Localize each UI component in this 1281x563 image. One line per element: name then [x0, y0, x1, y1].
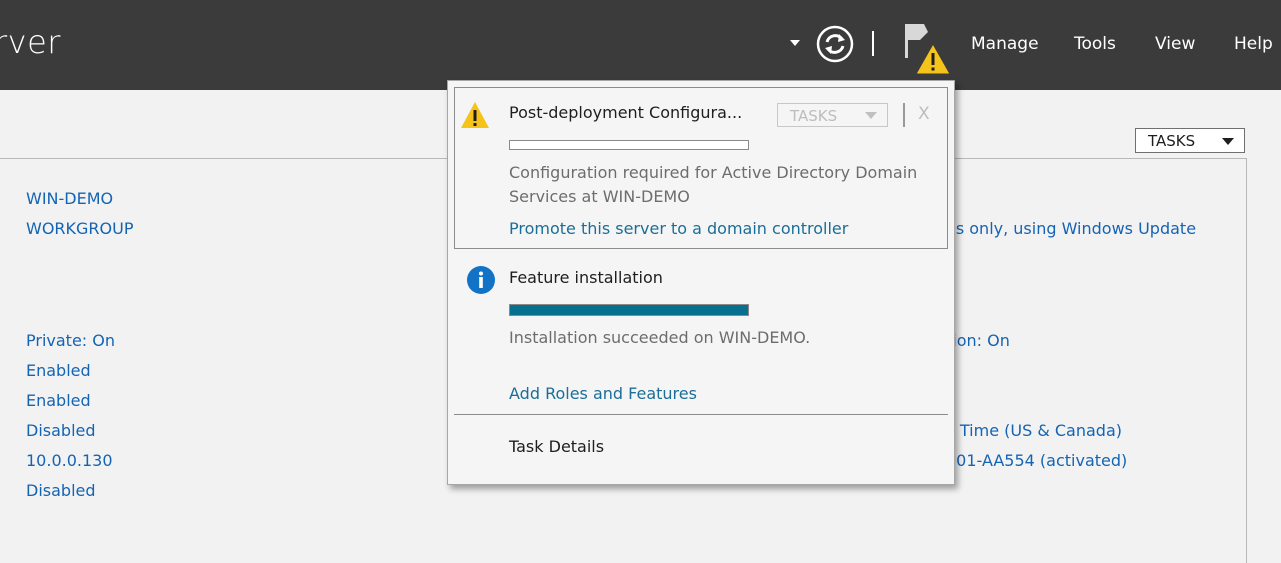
close-icon[interactable]: X — [918, 104, 930, 124]
ipv6-value[interactable]: Disabled — [26, 481, 96, 500]
popup-divider — [454, 414, 948, 415]
notification-title: Post-deployment Configura... — [509, 103, 743, 122]
ethernet-value[interactable]: 10.0.0.130 — [26, 451, 113, 470]
notification-message: Installation succeeded on WIN-DEMO. — [509, 328, 811, 347]
promote-domain-controller-link[interactable]: Promote this server to a domain controll… — [509, 219, 848, 238]
time-zone-value[interactable]: c Time (US & Canada) — [946, 421, 1122, 440]
notification-title: Feature installation — [509, 268, 663, 287]
menu-help[interactable]: Help — [1234, 34, 1273, 54]
chevron-down-icon[interactable] — [790, 40, 800, 46]
ie-security-value[interactable]: tion: On — [946, 331, 1010, 350]
computer-name-value[interactable]: WIN-DEMO — [26, 189, 113, 208]
remote-desktop-value[interactable]: Enabled — [26, 391, 91, 410]
task-details-link[interactable]: Task Details — [509, 437, 604, 456]
header-separator — [872, 31, 874, 56]
menu-manage[interactable]: Manage — [971, 34, 1039, 54]
product-id-value[interactable]: 001-AA554 (activated) — [946, 451, 1127, 470]
nic-teaming-value[interactable]: Disabled — [26, 421, 96, 440]
menu-view[interactable]: View — [1155, 34, 1195, 54]
notification-flag-icon[interactable] — [900, 20, 952, 76]
workgroup-value[interactable]: WORKGROUP — [26, 219, 134, 238]
notification-tasks-dropdown: TASKS — [777, 103, 888, 127]
refresh-icon[interactable] — [815, 24, 855, 64]
progress-fill — [510, 305, 748, 315]
warning-icon — [461, 102, 489, 128]
app-title: rver — [0, 23, 61, 61]
chevron-down-icon — [865, 112, 877, 119]
tasks-label: TASKS — [790, 107, 838, 125]
windows-update-value[interactable]: es only, using Windows Update — [946, 219, 1196, 238]
add-roles-features-link[interactable]: Add Roles and Features — [509, 384, 697, 403]
notifications-popup: Post-deployment Configura... TASKS X Con… — [447, 80, 955, 485]
info-icon — [467, 266, 495, 294]
menu-tools[interactable]: Tools — [1074, 34, 1116, 54]
progress-bar — [509, 304, 749, 316]
header-bar: rver Manage Tools View Help — [0, 0, 1281, 90]
firewall-value[interactable]: Private: On — [26, 331, 115, 350]
progress-bar — [509, 140, 749, 150]
tasks-dropdown[interactable]: TASKS — [1135, 128, 1245, 153]
remote-management-value[interactable]: Enabled — [26, 361, 91, 380]
chevron-down-icon — [1222, 138, 1234, 145]
content-border — [1246, 158, 1247, 563]
separator — [903, 103, 905, 127]
notification-message: Configuration required for Active Direct… — [509, 163, 918, 206]
tasks-label: TASKS — [1148, 132, 1196, 150]
